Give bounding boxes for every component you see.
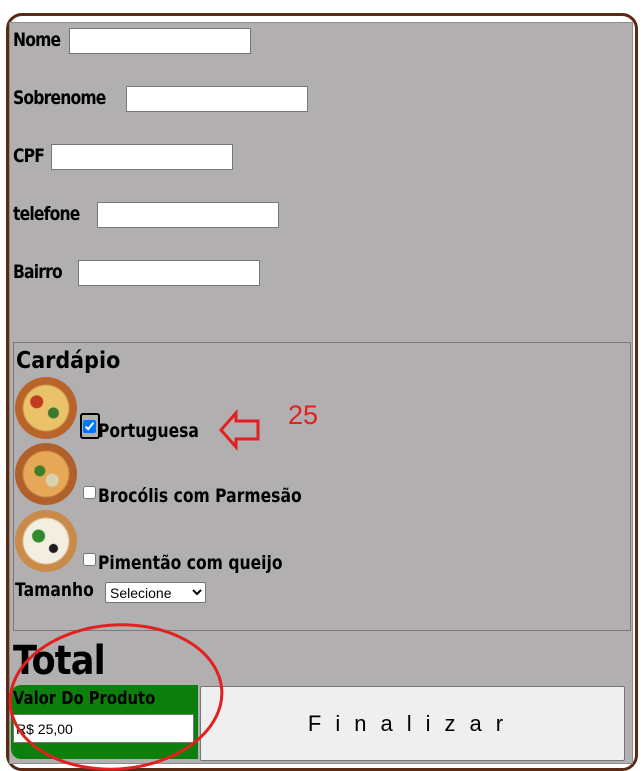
red-circle-highlight — [8, 623, 224, 771]
price-annotation: 25 — [288, 400, 319, 430]
red-arrow-icon — [218, 409, 260, 451]
annotation-layer — [8, 409, 260, 771]
